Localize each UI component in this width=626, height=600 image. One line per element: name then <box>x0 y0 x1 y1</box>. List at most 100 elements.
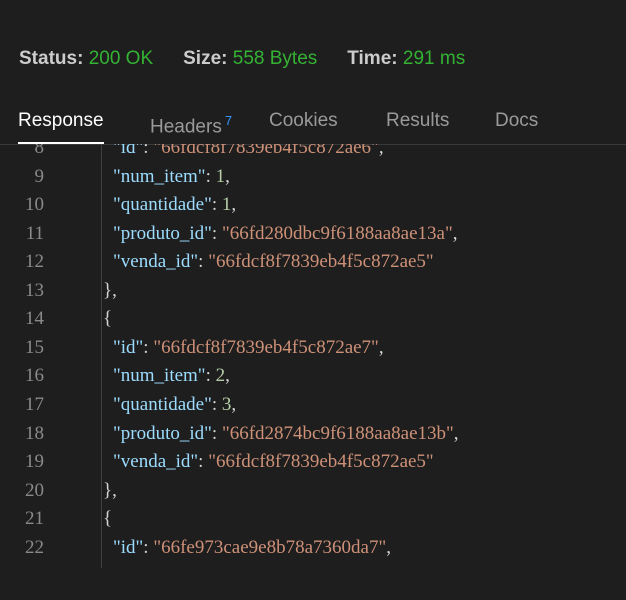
tab-results-label: Results <box>386 110 450 131</box>
json-punctuation: , <box>453 422 459 444</box>
code-text: "num_item": 1, <box>113 165 230 187</box>
tab-headers-label: Headers <box>150 116 222 138</box>
json-punctuation: , <box>378 336 384 358</box>
status-value: 200 OK <box>88 48 154 69</box>
line-number: 16 <box>25 365 44 387</box>
code-line: 10 "quantidade": 1, <box>0 191 626 219</box>
code-text: "venda_id": "66fdcf8f7839eb4f5c872ae5" <box>113 251 434 273</box>
json-brace: { <box>103 508 113 530</box>
line-number: 17 <box>25 393 44 415</box>
json-string-value: "66fdcf8f7839eb4f5c872ae6" <box>153 144 379 158</box>
code-line: 18 "produto_id": "66fd2874bc9f6188aa8ae13… <box>0 420 626 448</box>
code-line: 15 "id": "66fdcf8f7839eb4f5c872ae7", <box>0 334 626 362</box>
code-text: "num_item": 2, <box>113 365 230 387</box>
response-status-bar: Status: 200 OK Size: 558 Bytes Time: 291… <box>19 48 495 70</box>
json-punctuation: , <box>231 393 237 415</box>
code-line: 17 "quantidade": 3, <box>0 391 626 419</box>
code-text: "id": "66fe973cae9e8b78a7360da7", <box>113 536 391 558</box>
status-label: Status: <box>19 48 84 69</box>
json-string-value: "66fdcf8f7839eb4f5c872ae7" <box>153 336 379 358</box>
json-key: "venda_id" <box>113 451 199 473</box>
json-number-value: 1 <box>221 194 232 216</box>
json-number-value: 3 <box>221 393 232 415</box>
size-value: 558 Bytes <box>232 48 318 69</box>
code-text: }, <box>103 477 117 505</box>
code-text: "id": "66fdcf8f7839eb4f5c872ae7", <box>113 336 384 358</box>
code-text: { <box>103 305 112 333</box>
code-text: }, <box>103 277 117 305</box>
code-text: "id": "66fdcf8f7839eb4f5c872ae6", <box>113 144 384 162</box>
json-string-value: "66fdcf8f7839eb4f5c872ae5" <box>208 451 434 473</box>
json-string-value: "66fd280dbc9f6188aa8ae13a" <box>221 222 453 244</box>
json-punctuation: , <box>452 222 458 244</box>
code-text: "venda_id": "66fdcf8f7839eb4f5c872ae5" <box>113 451 434 473</box>
line-number: 22 <box>25 536 44 558</box>
status-stat: Status: 200 OK <box>19 48 153 70</box>
json-key: "quantidade" <box>113 393 212 415</box>
time-value: 291 ms <box>402 48 466 69</box>
line-number: 13 <box>25 279 44 301</box>
size-label: Size: <box>183 48 228 69</box>
line-number: 21 <box>25 508 44 530</box>
code-text: "quantidade": 1, <box>113 194 237 216</box>
json-number-value: 2 <box>215 365 226 387</box>
code-line: 13}, <box>0 277 626 305</box>
json-key: "quantidade" <box>113 194 212 216</box>
json-key: "id" <box>113 536 144 558</box>
json-brace: }, <box>103 279 117 301</box>
tab-docs-label: Docs <box>495 110 539 131</box>
json-number-value: 1 <box>215 165 226 187</box>
code-line: 9 "num_item": 1, <box>0 163 626 191</box>
line-number: 15 <box>25 336 44 358</box>
tab-headers[interactable]: Headers 7 <box>150 106 232 144</box>
json-key: "id" <box>113 336 144 358</box>
json-key: "id" <box>113 144 144 158</box>
line-number: 8 <box>34 144 45 158</box>
time-label: Time: <box>347 48 398 69</box>
code-text: "quantidade": 3, <box>113 393 237 415</box>
json-brace: { <box>103 308 113 330</box>
line-number: 10 <box>25 194 44 216</box>
json-key: "venda_id" <box>113 251 199 273</box>
code-line: 8 "id": "66fdcf8f7839eb4f5c872ae6", <box>0 144 626 162</box>
tab-results[interactable]: Results <box>386 106 449 144</box>
code-line: 16 "num_item": 2, <box>0 362 626 390</box>
code-line: 19 "venda_id": "66fdcf8f7839eb4f5c872ae5" <box>0 448 626 476</box>
json-key: "produto_id" <box>113 422 212 444</box>
json-punctuation: , <box>378 144 384 158</box>
code-text: { <box>103 505 112 533</box>
code-line: 14 { <box>0 305 626 333</box>
tab-cookies-label: Cookies <box>269 110 338 131</box>
tab-docs[interactable]: Docs <box>495 106 538 144</box>
code-text: "produto_id": "66fd2874bc9f6188aa8ae13b"… <box>113 422 459 444</box>
json-string-value: "66fdcf8f7839eb4f5c872ae5" <box>208 251 434 273</box>
code-line: 12 "venda_id": "66fdcf8f7839eb4f5c872ae5" <box>0 248 626 276</box>
time-stat: Time: 291 ms <box>347 48 465 70</box>
tab-cookies[interactable]: Cookies <box>269 106 338 144</box>
json-brace: }, <box>103 479 117 501</box>
json-key: "num_item" <box>113 365 206 387</box>
line-number: 9 <box>34 165 45 187</box>
json-string-value: "66fd2874bc9f6188aa8ae13b" <box>221 422 454 444</box>
json-punctuation: , <box>386 536 391 558</box>
json-string-value: "66fe973cae9e8b78a7360da7" <box>153 536 387 558</box>
json-key: "produto_id" <box>113 222 212 244</box>
response-tabs: Response Headers 7 Cookies Results Docs <box>0 106 626 145</box>
headers-count-badge: 7 <box>224 113 233 128</box>
code-text: "produto_id": "66fd280dbc9f6188aa8ae13a"… <box>113 222 458 244</box>
json-punctuation: , <box>225 165 230 187</box>
line-number: 20 <box>25 479 44 501</box>
response-body-viewer[interactable]: 8 "id": "66fdcf8f7839eb4f5c872ae6", 9 "num_… <box>0 144 626 600</box>
code-line: 20}, <box>0 477 626 505</box>
line-number: 19 <box>25 451 44 473</box>
code-line: 21 { <box>0 505 626 533</box>
line-number: 14 <box>25 308 44 330</box>
json-punctuation: , <box>225 365 230 387</box>
json-key: "num_item" <box>113 165 206 187</box>
line-number: 11 <box>25 222 44 244</box>
json-punctuation: , <box>231 194 237 216</box>
tab-response-label: Response <box>18 110 104 131</box>
code-line: 22 "id": "66fe973cae9e8b78a7360da7", <box>0 534 626 562</box>
tab-response[interactable]: Response <box>18 106 104 144</box>
line-number: 18 <box>25 422 44 444</box>
